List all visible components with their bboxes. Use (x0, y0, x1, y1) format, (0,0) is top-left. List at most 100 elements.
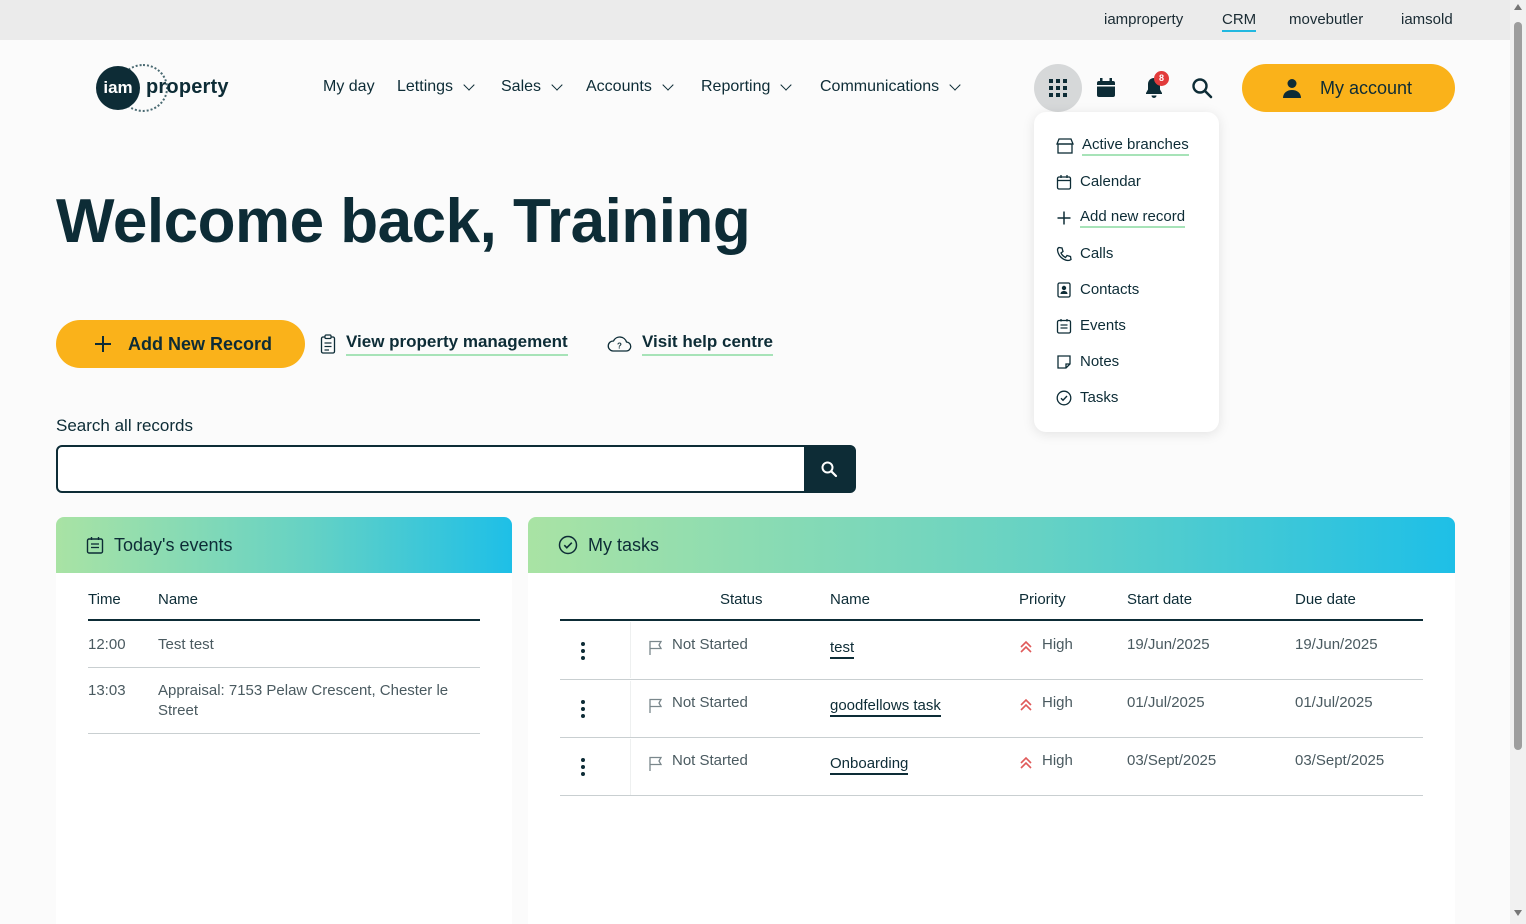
tasks-col-priority: Priority (1019, 591, 1066, 608)
nav-lettings[interactable]: Lettings (397, 78, 475, 96)
iamproperty-logo[interactable]: iam property (96, 64, 236, 112)
tasks-col-status: Status (720, 591, 763, 608)
logo-wordmark: property (146, 76, 229, 98)
topbar-link-movebutler[interactable]: movebutler (1289, 11, 1363, 28)
visit-help-centre-link[interactable]: ? Visit help centre (607, 332, 774, 356)
task-name-link[interactable]: Onboarding (830, 755, 909, 775)
notification-count-badge: 8 (1154, 71, 1169, 86)
menu-item-active-branches[interactable]: Active branches (1056, 136, 1189, 156)
check-circle-icon (558, 535, 578, 555)
apps-dropdown-menu: Active branches Calendar Add new record … (1034, 112, 1219, 432)
priority-high-icon (1020, 640, 1032, 653)
search-icon (821, 461, 838, 478)
menu-item-events[interactable]: Events (1056, 317, 1126, 334)
svg-text:?: ? (617, 342, 622, 351)
row-divider (560, 737, 1423, 738)
chevron-down-icon (551, 78, 563, 91)
my-tasks-card: My tasks (528, 517, 1455, 924)
row-divider (560, 679, 1423, 680)
task-name-link[interactable]: goodfellows task (830, 697, 941, 717)
row-actions-kebab-icon[interactable] (581, 758, 585, 779)
topbar-link-iamsold[interactable]: iamsold (1401, 11, 1453, 28)
topbar-link-iamproperty[interactable]: iamproperty (1104, 11, 1183, 28)
task-start-date: 19/Jun/2025 (1127, 636, 1210, 653)
column-separator (630, 739, 631, 795)
task-start-date: 01/Jul/2025 (1127, 694, 1205, 711)
nav-label: Reporting (701, 78, 771, 95)
search-label: Search all records (56, 416, 194, 435)
clipboard-icon (320, 334, 336, 354)
scrollbar-thumb[interactable] (1514, 22, 1522, 750)
tasks-col-start-date: Start date (1127, 591, 1193, 608)
add-new-record-label: Add New Record (128, 333, 273, 354)
nav-my-day[interactable]: My day (323, 78, 375, 96)
my-account-button[interactable]: My account (1242, 64, 1455, 112)
nav-label: Communications (820, 78, 940, 95)
scroll-up-arrow-icon[interactable] (1514, 4, 1522, 10)
search-field (56, 445, 856, 493)
chevron-down-icon (662, 78, 674, 91)
nav-accounts[interactable]: Accounts (586, 78, 674, 96)
nav-reporting[interactable]: Reporting (701, 78, 793, 96)
todays-events-title: Today's events (114, 534, 233, 555)
menu-item-label: Calendar (1080, 173, 1141, 190)
menu-item-calls[interactable]: Calls (1056, 245, 1113, 262)
menu-item-label: Contacts (1080, 281, 1140, 298)
nav-label: Accounts (586, 78, 652, 95)
add-new-record-button[interactable]: Add New Record (56, 320, 305, 368)
view-property-management-label: View property management (346, 332, 568, 356)
flag-icon (649, 698, 663, 713)
todays-events-header: Today's events (56, 517, 512, 573)
top-utility-bar: iamproperty CRM movebutler iamsold (0, 0, 1510, 40)
tasks-col-due-date: Due date (1295, 591, 1356, 608)
search-input[interactable] (58, 447, 806, 491)
events-col-time: Time (88, 591, 121, 608)
calendar-outline-icon (1056, 174, 1072, 190)
grid-icon (1049, 79, 1067, 97)
nav-sales[interactable]: Sales (501, 78, 563, 96)
column-separator (630, 681, 631, 737)
task-due-date: 19/Jun/2025 (1295, 636, 1378, 653)
menu-item-tasks[interactable]: Tasks (1056, 389, 1118, 406)
menu-item-label: Notes (1080, 353, 1120, 370)
scroll-down-arrow-icon[interactable] (1514, 910, 1522, 916)
menu-item-notes[interactable]: Notes (1056, 353, 1119, 370)
priority-high-icon (1020, 698, 1032, 711)
task-priority: High (1042, 694, 1073, 711)
tasks-header-divider (560, 619, 1423, 621)
event-list-icon (1056, 318, 1072, 334)
row-actions-kebab-icon[interactable] (581, 700, 585, 721)
logo-mark: iam (96, 66, 140, 110)
topbar-link-crm[interactable]: CRM (1222, 11, 1257, 32)
my-tasks-title: My tasks (588, 534, 660, 555)
my-tasks-header: My tasks (528, 517, 1455, 573)
calendar-list-icon (86, 537, 104, 554)
search-submit-button[interactable] (804, 447, 854, 491)
calendar-icon[interactable] (1094, 76, 1118, 100)
page-title: Welcome back, Training (56, 187, 751, 256)
event-name: Appraisal: 7153 Pelaw Crescent, Chester … (158, 682, 449, 719)
row-actions-kebab-icon[interactable] (581, 642, 585, 663)
task-name-link[interactable]: test (830, 639, 855, 659)
flag-icon (649, 756, 663, 771)
view-property-management-link[interactable]: View property management (320, 332, 568, 356)
page-scrollbar[interactable] (1510, 0, 1526, 924)
nav-label: Sales (501, 78, 542, 95)
apps-menu-button[interactable] (1034, 64, 1082, 112)
menu-item-add-new-record[interactable]: Add new record (1056, 208, 1186, 228)
task-due-date: 03/Sept/2025 (1295, 752, 1385, 769)
menu-item-calendar[interactable]: Calendar (1056, 173, 1141, 190)
nav-label: My day (323, 78, 375, 95)
contact-card-icon (1057, 281, 1071, 298)
events-header-divider (88, 619, 480, 621)
nav-communications[interactable]: Communications (820, 78, 961, 96)
menu-item-contacts[interactable]: Contacts (1056, 281, 1139, 298)
cloud-help-icon: ? (607, 336, 632, 352)
search-icon[interactable] (1190, 76, 1214, 100)
task-status: Not Started (672, 636, 748, 653)
nav-label: Lettings (397, 78, 454, 95)
menu-item-label: Add new record (1080, 208, 1186, 228)
task-due-date: 01/Jul/2025 (1295, 694, 1373, 711)
row-divider (88, 667, 480, 668)
store-icon (1056, 138, 1074, 154)
